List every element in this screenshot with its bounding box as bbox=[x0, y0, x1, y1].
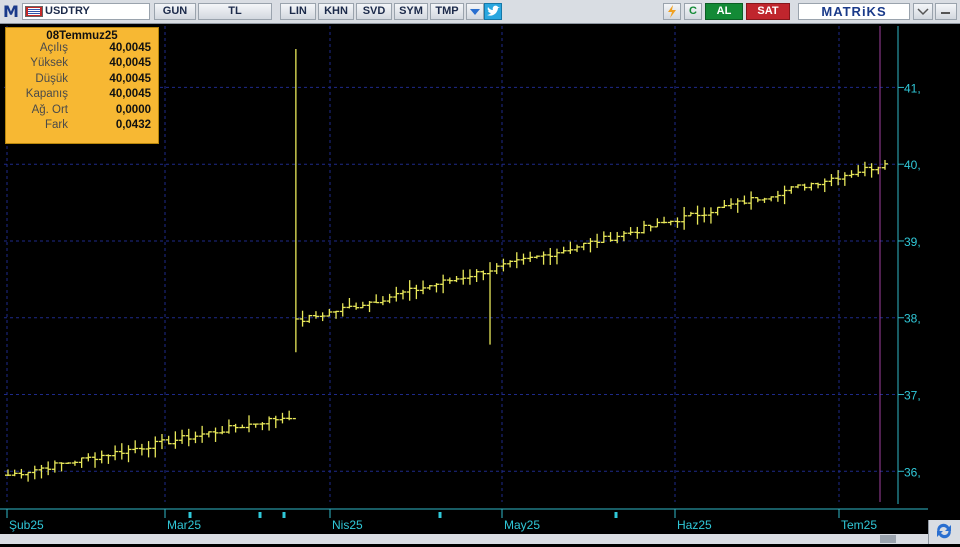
tooltip-label: Fark bbox=[45, 118, 68, 131]
event-marker bbox=[258, 512, 262, 518]
tooltip-value: 40,0045 bbox=[109, 88, 151, 101]
matriks-logo-icon: M bbox=[3, 2, 19, 21]
minimize-icon[interactable] bbox=[935, 3, 957, 20]
template-button[interactable]: TMP bbox=[430, 3, 464, 20]
buy-button[interactable]: AL bbox=[705, 3, 743, 20]
lightning-icon[interactable] bbox=[663, 3, 681, 20]
event-marker bbox=[438, 512, 442, 518]
tooltip-label: Açılış bbox=[39, 42, 68, 54]
flag-icon bbox=[25, 6, 43, 17]
event-marker bbox=[188, 512, 192, 518]
sync-icon[interactable] bbox=[928, 520, 960, 544]
tooltip-value: 40,0045 bbox=[109, 72, 151, 85]
svd-button[interactable]: SVD bbox=[356, 3, 392, 20]
tooltip-row-avg: Ağ. Ort 0,0000 bbox=[6, 104, 158, 119]
x-tick-label: May25 bbox=[504, 518, 540, 532]
chevron-down-icon[interactable] bbox=[466, 3, 484, 20]
y-tick-label: 39, bbox=[904, 235, 921, 249]
dropdown-icon[interactable] bbox=[913, 3, 933, 20]
horizontal-scrollbar bbox=[0, 534, 928, 544]
scroll-thumb bbox=[880, 535, 896, 543]
x-tick-label: Nis25 bbox=[332, 518, 363, 532]
y-tick-label: 37, bbox=[904, 389, 921, 403]
tooltip-row-low: Düşük 40,0045 bbox=[6, 73, 158, 88]
tooltip-label: Yüksek bbox=[30, 57, 68, 70]
tooltip-value: 40,0045 bbox=[109, 42, 151, 54]
twitter-bird-icon[interactable] bbox=[484, 3, 502, 20]
linear-scale-button[interactable]: LIN bbox=[280, 3, 316, 20]
currency-button[interactable]: TL bbox=[198, 3, 272, 20]
tooltip-value: 0,0000 bbox=[115, 103, 151, 116]
khn-button[interactable]: KHN bbox=[318, 3, 354, 20]
x-tick-label: Mar25 bbox=[167, 518, 201, 532]
toolbar: M USDTRY GUN TL LIN KHN SVD SYM TMP C AL… bbox=[0, 0, 960, 24]
sym-button[interactable]: SYM bbox=[394, 3, 428, 20]
x-tick-label: Şub25 bbox=[9, 518, 44, 532]
refresh-icon[interactable]: C bbox=[684, 3, 702, 20]
y-tick-label: 38, bbox=[904, 312, 921, 326]
tooltip-label: Ağ. Ort bbox=[31, 103, 68, 116]
tooltip-value: 40,0045 bbox=[109, 57, 151, 70]
tooltip-label: Düşük bbox=[35, 72, 68, 85]
brand-logo: MATRiKS bbox=[798, 3, 910, 20]
tooltip-row-diff: Fark 0,0432 bbox=[6, 119, 158, 134]
symbol-input[interactable]: USDTRY bbox=[22, 3, 150, 20]
tooltip-row-high: Yüksek 40,0045 bbox=[6, 57, 158, 72]
tooltip-label: Kapanış bbox=[25, 88, 68, 101]
y-tick-label: 41, bbox=[904, 81, 921, 95]
period-button[interactable]: GUN bbox=[154, 3, 196, 20]
event-marker bbox=[282, 512, 286, 518]
y-tick-label: 40, bbox=[904, 158, 921, 172]
tooltip-date: 08Temmuz25 bbox=[46, 30, 118, 42]
tooltip-row-open: Açılış 40,0045 bbox=[6, 42, 158, 57]
y-tick-label: 36, bbox=[904, 465, 921, 479]
event-marker bbox=[614, 512, 618, 518]
tooltip-value: 0,0432 bbox=[115, 118, 151, 131]
sell-button[interactable]: SAT bbox=[746, 3, 790, 20]
symbol-label: USDTRY bbox=[45, 5, 90, 17]
tooltip-row-close: Kapanış 40,0045 bbox=[6, 88, 158, 103]
x-tick-label: Tem25 bbox=[841, 518, 877, 532]
price-tooltip: 08Temmuz25 Açılış 40,0045 Yüksek 40,0045… bbox=[5, 27, 159, 144]
x-tick-label: Haz25 bbox=[677, 518, 712, 532]
